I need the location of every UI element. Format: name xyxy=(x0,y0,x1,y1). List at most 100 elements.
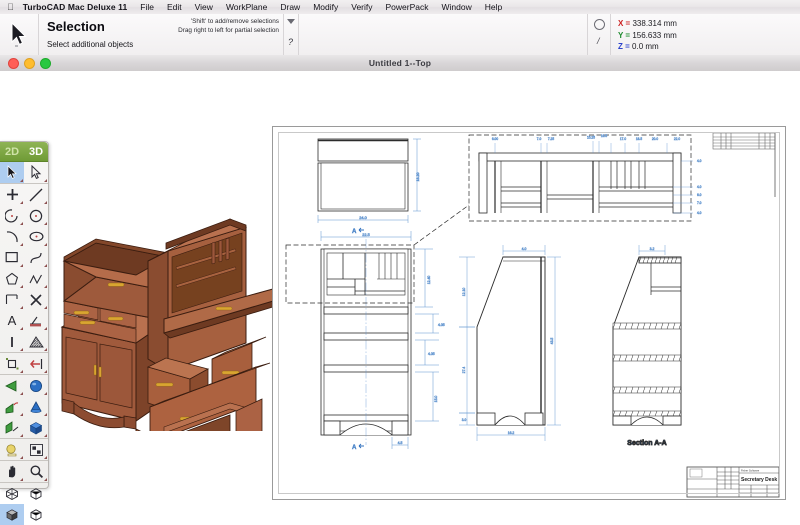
polyline-tool[interactable] xyxy=(24,268,48,289)
menu-item-window[interactable]: Window xyxy=(442,2,472,12)
pan-hand-tool[interactable] xyxy=(0,461,24,482)
tool-options-corner-icon xyxy=(20,478,23,481)
tool-options-column[interactable]: ? xyxy=(284,14,299,55)
tool-options-corner-icon xyxy=(20,327,23,330)
menu-item-modify[interactable]: Modify xyxy=(313,2,338,12)
rectangle-tool[interactable] xyxy=(0,247,24,268)
tool-options-corner-icon xyxy=(44,413,47,416)
tool-hint-text: 'Shift' to add/remove selections Drag ri… xyxy=(178,17,279,36)
tool-options-corner-icon xyxy=(20,285,23,288)
render-tool[interactable] xyxy=(24,439,48,460)
view-shaded-tool[interactable] xyxy=(0,504,24,525)
tool-options-corner-icon xyxy=(44,264,47,267)
sphere-tool[interactable] xyxy=(24,375,48,396)
tool-options-corner-icon xyxy=(44,285,47,288)
zoom-button[interactable] xyxy=(40,58,51,69)
tool-row xyxy=(0,353,48,374)
tool-row xyxy=(0,375,48,396)
menu-item-help[interactable]: Help xyxy=(485,2,502,12)
hatch-tool[interactable] xyxy=(24,331,48,352)
document-window: Untitled 1--Top xyxy=(0,55,800,500)
slash-icon[interactable]: / xyxy=(597,36,600,46)
tool-options-corner-icon xyxy=(44,222,47,225)
menu-item-view[interactable]: View xyxy=(195,2,213,12)
coordinate-z-label: Z = xyxy=(618,42,630,51)
extrude-tool[interactable] xyxy=(0,375,24,396)
line-tool[interactable] xyxy=(24,184,48,205)
document-title-bar[interactable]: Untitled 1--Top xyxy=(0,55,800,72)
point-tool[interactable] xyxy=(0,184,24,205)
ellipse-tool[interactable] xyxy=(24,226,48,247)
arc-tool[interactable] xyxy=(0,205,24,226)
trim-tool[interactable] xyxy=(0,353,24,374)
tab-2d[interactable]: 2D xyxy=(0,142,24,161)
circle-snap-icon[interactable] xyxy=(594,19,605,30)
turbocad-application-window:  TurboCAD Mac Deluxe 11 File Edit View … xyxy=(0,0,800,500)
menu-item-workplane[interactable]: WorkPlane xyxy=(226,2,267,12)
close-button[interactable] xyxy=(8,58,19,69)
view-iso-tool[interactable] xyxy=(0,483,24,504)
tool-hint-line-1: 'Shift' to add/remove selections xyxy=(178,17,279,26)
cube-tool[interactable] xyxy=(24,417,48,438)
mirror-tool[interactable] xyxy=(24,353,48,374)
delete-x-tool[interactable] xyxy=(24,289,48,310)
drawing-canvas[interactable]: 2D 3D xyxy=(0,71,800,500)
coordinate-mode-column[interactable]: / xyxy=(588,14,611,55)
material-tool[interactable] xyxy=(0,439,24,460)
coordinate-x-value: 338.314 mm xyxy=(632,19,676,28)
question-mark-icon[interactable]: ? xyxy=(288,37,293,47)
tool-row xyxy=(0,205,48,226)
dimension-tool[interactable] xyxy=(0,289,24,310)
tool-options-corner-icon xyxy=(44,434,47,437)
tool-grid: A xyxy=(0,162,48,525)
dimension-mode-tabs[interactable]: 2D 3D xyxy=(0,142,48,162)
tool-row xyxy=(0,247,48,268)
tool-row xyxy=(0,184,48,205)
measure-tool[interactable] xyxy=(0,331,24,352)
tool-row xyxy=(0,483,48,504)
view-wire-tool[interactable] xyxy=(24,504,48,525)
tool-palette[interactable]: 2D 3D xyxy=(0,141,49,489)
spline-tool[interactable] xyxy=(24,247,48,268)
view-box-tool[interactable] xyxy=(24,483,48,504)
apple-logo-icon[interactable]:  xyxy=(7,3,14,12)
drawing-sheet[interactable]: 18.20 24.0 xyxy=(272,126,786,500)
coordinate-y-row: Y = 156.633 mm xyxy=(618,30,800,42)
curve-tool[interactable] xyxy=(0,226,24,247)
menu-item-verify[interactable]: Verify xyxy=(351,2,372,12)
select-arrow-tool[interactable] xyxy=(0,162,24,183)
menu-item-draw[interactable]: Draw xyxy=(280,2,300,12)
tool-row: A xyxy=(0,310,48,331)
coordinate-readout: X = 338.314 mm Y = 156.633 mm Z = 0.0 mm xyxy=(611,14,800,55)
minimize-button[interactable] xyxy=(24,58,35,69)
tool-options-corner-icon xyxy=(44,478,47,481)
menu-app-name[interactable]: TurboCAD Mac Deluxe 11 xyxy=(23,2,128,12)
tab-3d[interactable]: 3D xyxy=(24,142,48,161)
coordinate-z-value: 0.0 mm xyxy=(632,42,659,51)
menu-item-file[interactable]: File xyxy=(140,2,154,12)
text-tool[interactable]: A xyxy=(0,310,24,331)
tool-options-corner-icon xyxy=(20,348,23,351)
sweep-tool[interactable] xyxy=(0,417,24,438)
tool-row xyxy=(0,461,48,482)
select-arrow-alt-tool[interactable] xyxy=(24,162,48,183)
leader-tool[interactable] xyxy=(24,310,48,331)
tool-status-text: Select additional objects xyxy=(47,40,133,49)
tool-options-corner-icon xyxy=(20,179,23,182)
cone-tool[interactable] xyxy=(24,396,48,417)
menu-item-powerpack[interactable]: PowerPack xyxy=(386,2,429,12)
revolve-tool[interactable] xyxy=(0,396,24,417)
zoom-magnifier-tool[interactable] xyxy=(24,461,48,482)
tool-options-corner-icon xyxy=(44,456,47,459)
tool-row xyxy=(0,504,48,525)
tool-options-corner-icon xyxy=(44,201,47,204)
menu-bar:  TurboCAD Mac Deluxe 11 File Edit View … xyxy=(0,0,800,15)
tool-options-corner-icon xyxy=(20,222,23,225)
tool-options-corner-icon xyxy=(20,201,23,204)
tool-row xyxy=(0,331,48,352)
triangle-down-icon[interactable] xyxy=(287,19,295,24)
circle-tool[interactable] xyxy=(24,205,48,226)
tool-info-bar: Selection Select additional objects 'Shi… xyxy=(0,14,800,56)
menu-item-edit[interactable]: Edit xyxy=(167,2,182,12)
polygon-tool[interactable] xyxy=(0,268,24,289)
